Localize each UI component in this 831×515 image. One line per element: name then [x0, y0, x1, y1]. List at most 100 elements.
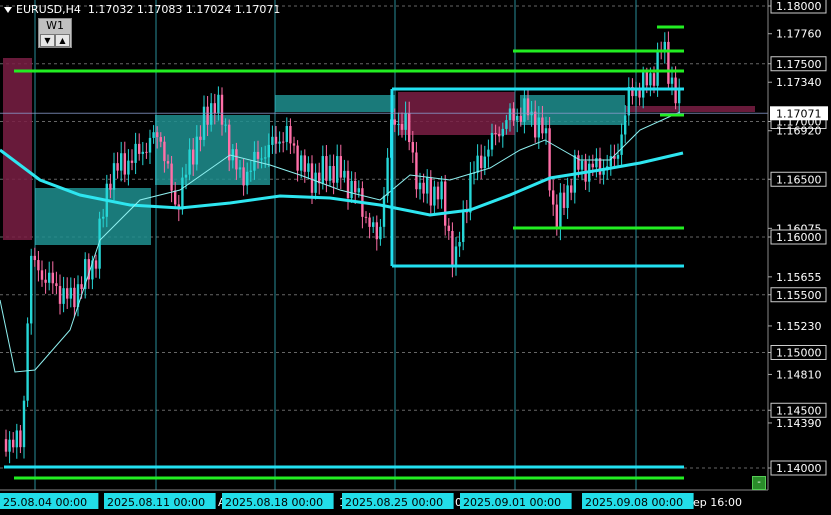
candle-body — [364, 216, 368, 218]
candle-body — [379, 226, 382, 240]
candle-body — [22, 400, 26, 448]
candle-body — [199, 136, 202, 140]
candle-body — [339, 156, 342, 178]
candle-body — [141, 151, 144, 154]
candle-body — [336, 156, 339, 183]
candle-body — [422, 182, 425, 194]
symbol-label: EURUSD,H4 — [16, 3, 81, 16]
candle-body — [220, 94, 224, 125]
candle-body — [224, 124, 227, 126]
candle-body — [55, 283, 58, 287]
candle-body — [429, 177, 432, 206]
price-label: 1.14390 — [776, 417, 822, 430]
candle-body — [512, 108, 515, 121]
candle-body — [436, 186, 440, 200]
candle-body — [580, 160, 584, 170]
candle-body — [638, 89, 641, 98]
candle-body — [400, 123, 404, 130]
candle-body — [94, 260, 98, 269]
candle-body — [12, 439, 15, 448]
candle-body — [44, 279, 47, 283]
candle-body — [292, 143, 296, 146]
zone-box — [625, 106, 755, 112]
candle-body — [181, 177, 184, 210]
chart-canvas[interactable]: 1.180001.177601.175001.173401.170001.169… — [0, 0, 831, 515]
price-label: 1.18000 — [776, 0, 822, 13]
candle-body — [242, 167, 245, 186]
candle-body — [134, 143, 137, 163]
candle-body — [246, 171, 249, 186]
candle-body — [145, 151, 148, 153]
candle-body — [508, 108, 512, 121]
candle-body — [350, 180, 353, 199]
candle-body — [444, 181, 447, 226]
candle-body — [19, 430, 22, 448]
candle-body — [213, 103, 216, 114]
timeframe-label: W1 — [46, 19, 64, 32]
candle-body — [490, 132, 494, 150]
candle-body — [15, 430, 18, 448]
price-label: 1.14810 — [776, 368, 822, 381]
price-label: 1.16920 — [776, 125, 822, 138]
candle-body — [289, 125, 292, 144]
candle-body — [174, 190, 177, 205]
candle-body — [645, 72, 648, 86]
candle-body — [649, 73, 652, 86]
candle-body — [368, 217, 371, 227]
candle-body — [386, 157, 389, 196]
candle-body — [670, 77, 674, 84]
candle-body — [469, 173, 472, 213]
candle-body — [382, 195, 386, 227]
candle-body — [156, 132, 159, 138]
candle-body — [498, 133, 501, 137]
candle-body — [548, 128, 551, 191]
candle-body — [516, 115, 519, 121]
candle-body — [210, 103, 213, 125]
candle-body — [652, 73, 656, 86]
timeframe-button[interactable]: W1 ▼ ▲ — [38, 18, 72, 48]
price-chart[interactable]: 1.18000 1.17760 1.17500 1.17340 1.17000 1.169… — [0, 0, 831, 515]
candle-body — [109, 183, 112, 190]
candle-body — [534, 111, 537, 138]
candle-body — [598, 158, 602, 175]
candle-body — [462, 211, 465, 242]
candle-body — [343, 170, 346, 178]
candle-body — [346, 170, 350, 199]
candle-body — [624, 115, 627, 135]
candle-body — [127, 160, 130, 175]
candle-body — [541, 117, 544, 134]
candle-body — [152, 132, 155, 138]
candle-body — [192, 149, 195, 165]
timeframe-down-button[interactable]: ▼ — [40, 34, 55, 47]
zone-box — [3, 58, 32, 240]
candle-body — [40, 270, 44, 280]
candle-body — [256, 151, 260, 159]
time-label: 2025.08.11 00:00 — [107, 496, 205, 509]
chart-header: EURUSD,H4 1.17032 1.17083 1.17024 1.1707… — [4, 3, 280, 16]
time-label: 25.08.04 00:00 — [3, 496, 87, 509]
candle-body — [451, 230, 454, 268]
candle-body — [418, 182, 422, 190]
candle-body — [296, 145, 299, 171]
time-label: 2025.09.01 00:00 — [463, 496, 561, 509]
candle-body — [130, 160, 134, 163]
candle-body — [552, 190, 555, 205]
scale-toggle-button[interactable]: - — [752, 476, 766, 490]
candle-body — [188, 149, 191, 175]
candle-body — [58, 286, 62, 304]
candle-body — [526, 98, 530, 116]
collapse-arrow-icon[interactable] — [4, 7, 12, 13]
price-label: 1.15500 — [776, 289, 822, 302]
candle-body — [562, 192, 566, 208]
candle-body — [33, 255, 36, 261]
timeframe-up-button[interactable]: ▲ — [55, 34, 70, 47]
candle-body — [426, 177, 429, 194]
candle-body — [415, 152, 418, 190]
time-label: 2025.08.18 00:00 — [225, 496, 323, 509]
candle-body — [616, 154, 620, 159]
candle-body — [314, 172, 317, 193]
candle-body — [634, 89, 638, 97]
candle-body — [112, 163, 116, 190]
candle-body — [69, 287, 72, 299]
candle-body — [555, 204, 558, 229]
